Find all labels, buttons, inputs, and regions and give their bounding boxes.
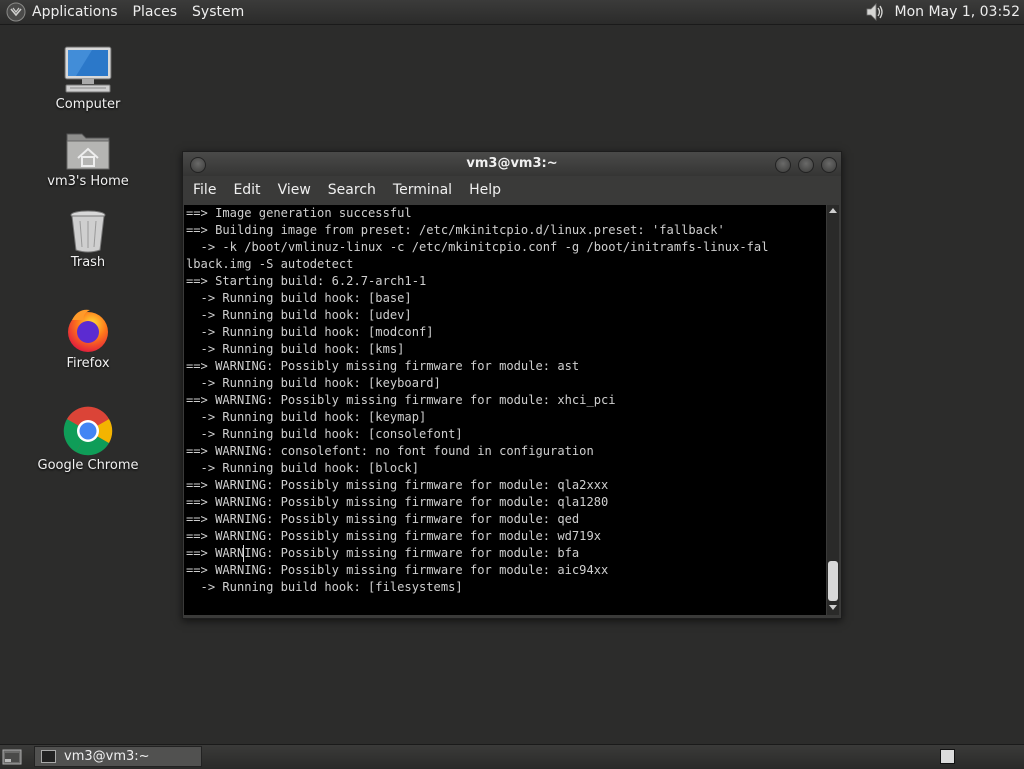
volume-icon[interactable] — [864, 1, 886, 23]
desktop-icon-chrome[interactable]: Google Chrome — [28, 406, 148, 473]
menu-help[interactable]: Help — [469, 182, 501, 198]
desktop-icon-home[interactable]: vm3's Home — [28, 128, 148, 189]
taskbar-item-label: vm3@vm3:~ — [64, 749, 150, 764]
system-menu[interactable]: System — [192, 4, 244, 20]
desktop-icon-label: Google Chrome — [37, 458, 139, 473]
desktop-icon-label: Computer — [55, 97, 121, 112]
terminal-icon — [41, 750, 56, 763]
distro-logo-icon[interactable] — [6, 2, 26, 22]
scroll-thumb[interactable] — [828, 561, 838, 601]
applications-menu[interactable]: Applications — [32, 4, 118, 20]
menu-edit[interactable]: Edit — [233, 182, 260, 198]
window-menubar: File Edit View Search Terminal Help — [183, 176, 841, 204]
terminal-output[interactable]: ==> Image generation successful ==> Buil… — [184, 205, 826, 615]
desktop-icon-label: Trash — [70, 255, 106, 270]
terminal-window: vm3@vm3:~ File Edit View Search Terminal… — [182, 151, 842, 619]
maximize-button[interactable] — [798, 157, 814, 173]
close-button[interactable] — [821, 157, 837, 173]
window-menu-button[interactable] — [190, 157, 206, 173]
minimize-button[interactable] — [775, 157, 791, 173]
window-title: vm3@vm3:~ — [466, 156, 558, 171]
desktop-icon-trash[interactable]: Trash — [28, 209, 148, 270]
text-cursor-icon — [243, 545, 249, 562]
menu-search[interactable]: Search — [328, 182, 376, 198]
show-desktop-icon[interactable] — [2, 748, 22, 766]
menu-terminal[interactable]: Terminal — [393, 182, 452, 198]
scroll-down-arrow-icon[interactable] — [829, 605, 837, 610]
home-folder-icon — [66, 133, 110, 170]
menu-view[interactable]: View — [278, 182, 311, 198]
desktop-icon-label: vm3's Home — [47, 174, 129, 189]
terminal-scrollbar[interactable] — [827, 205, 839, 615]
desktop-icon-firefox[interactable]: Firefox — [28, 306, 148, 371]
window-titlebar[interactable]: vm3@vm3:~ — [183, 152, 841, 176]
panel-tray: Mon May 1, 03:52 — [864, 0, 1020, 24]
bottom-panel: vm3@vm3:~ — [0, 744, 1024, 769]
firefox-icon — [68, 309, 108, 352]
taskbar-item-terminal[interactable]: vm3@vm3:~ — [34, 746, 202, 767]
top-panel: Applications Places System Mon May 1, 03… — [0, 0, 1024, 25]
desktop-icon-computer[interactable]: Computer — [28, 45, 148, 112]
menu-file[interactable]: File — [193, 182, 216, 198]
workspace-switcher[interactable] — [940, 749, 955, 764]
clock[interactable]: Mon May 1, 03:52 — [894, 4, 1020, 20]
places-menu[interactable]: Places — [133, 4, 178, 20]
chrome-icon — [63, 406, 113, 456]
computer-icon — [64, 46, 112, 93]
trash-icon — [70, 210, 106, 253]
scroll-up-arrow-icon[interactable] — [829, 208, 837, 213]
desktop-icon-label: Firefox — [66, 356, 110, 371]
terminal-text: ==> Image generation successful ==> Buil… — [186, 206, 769, 594]
